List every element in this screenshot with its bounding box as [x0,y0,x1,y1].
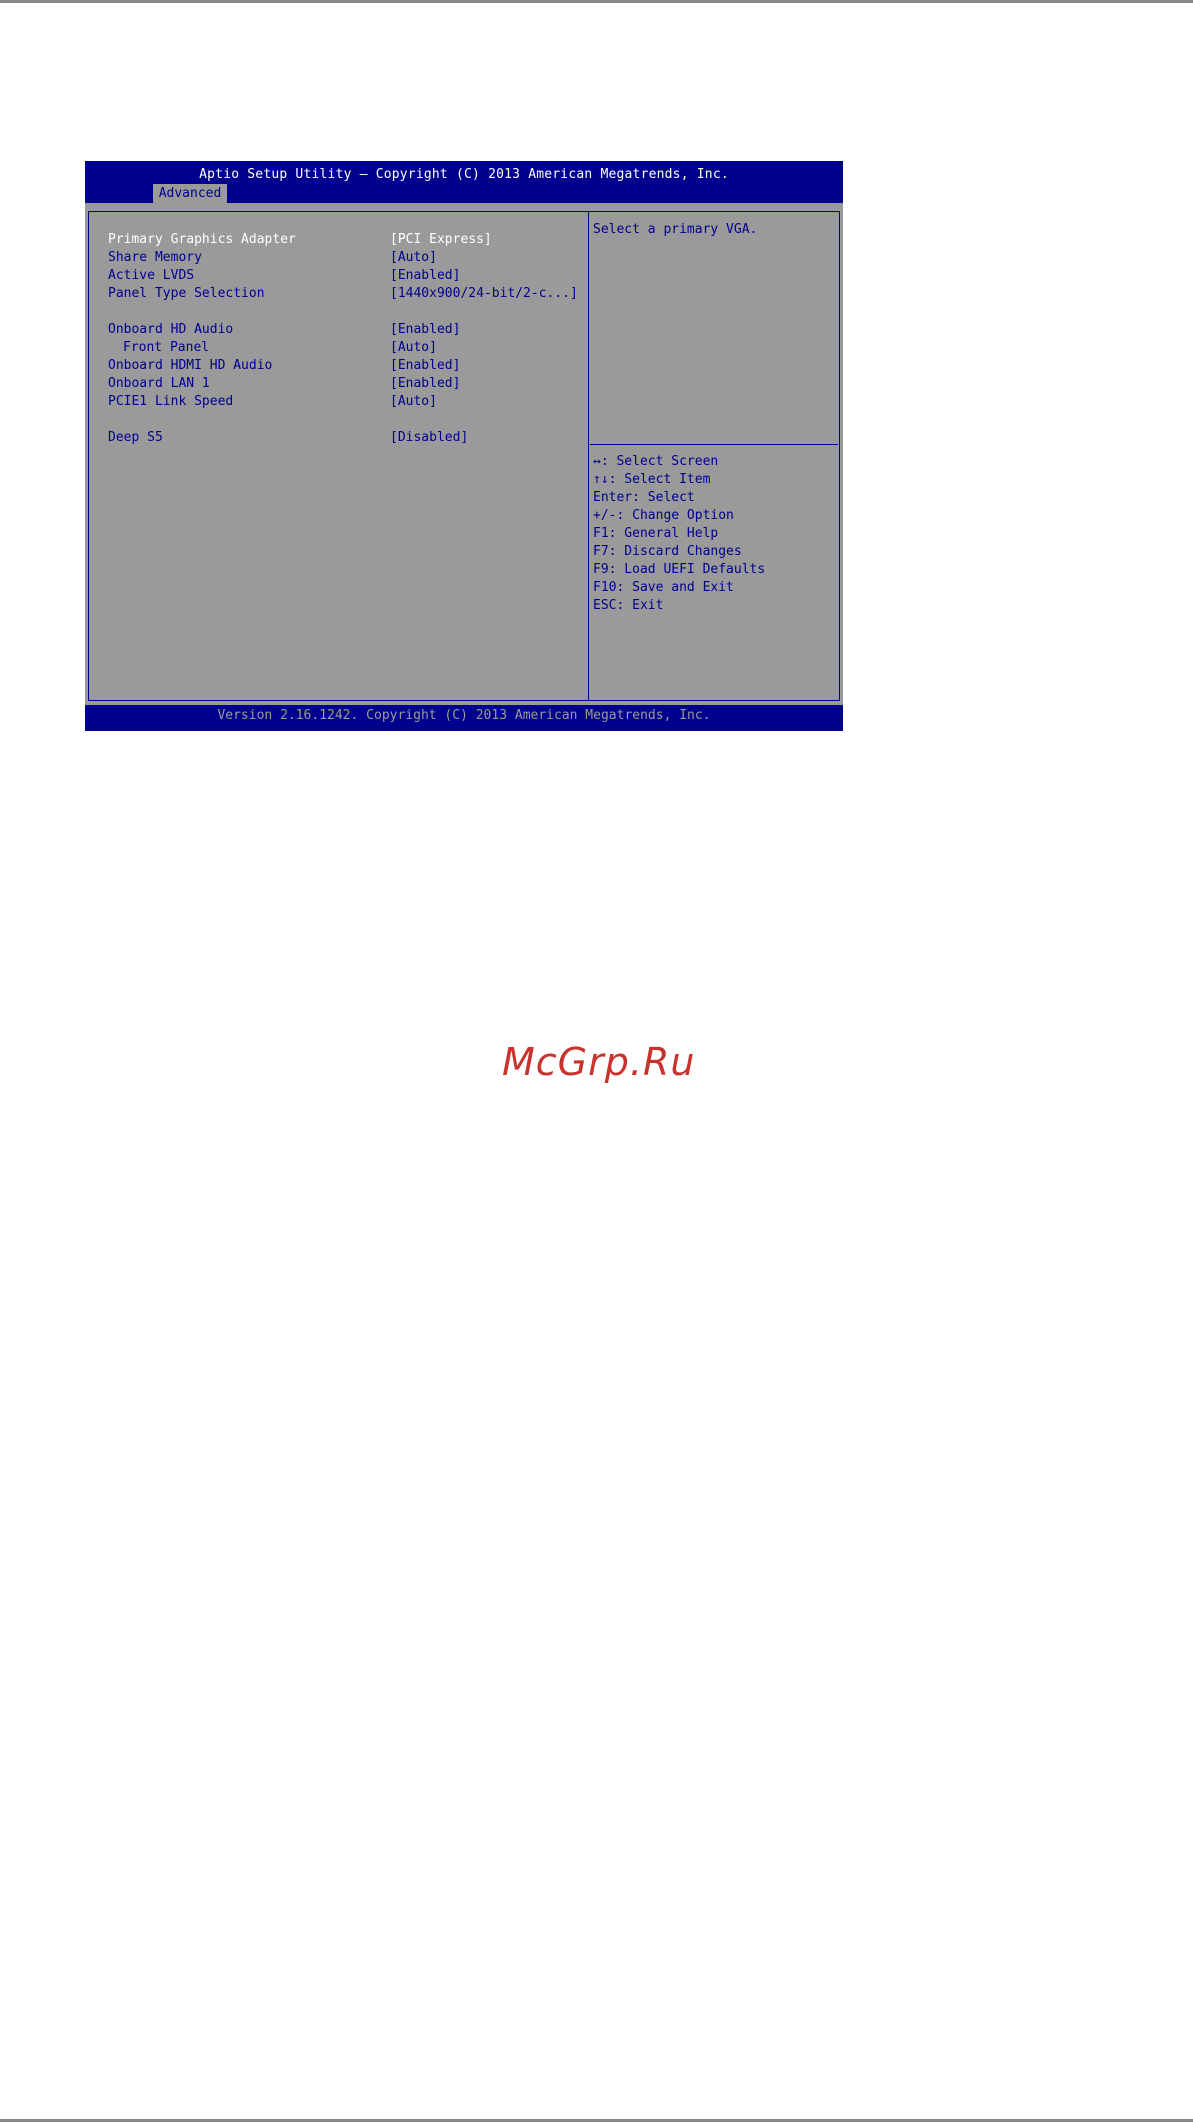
key-help-select-screen: ↔: Select Screen [593,454,719,469]
setting-label: Primary Graphics Adapter [108,232,296,247]
setting-value[interactable]: [Enabled] [390,357,460,375]
setting-value[interactable]: [1440x900/24-bit/2-c...] [390,285,578,303]
tab-advanced[interactable]: Advanced [153,184,227,203]
bios-title: Aptio Setup Utility – Copyright (C) 2013… [199,167,729,182]
key-help-enter: Enter: Select [593,490,695,505]
setting-value[interactable]: [Enabled] [390,267,460,285]
setting-deep-s5[interactable]: Deep S5 [Disabled] [108,429,578,447]
setting-primary-graphics-adapter[interactable]: Primary Graphics Adapter [PCI Express] [108,231,578,249]
setting-pcie1-link-speed[interactable]: PCIE1 Link Speed [Auto] [108,393,578,411]
setting-onboard-hdmi-hd-audio[interactable]: Onboard HDMI HD Audio [Enabled] [108,357,578,375]
watermark-logo: McGrp.Ru [502,1040,696,1084]
setting-share-memory[interactable]: Share Memory [Auto] [108,249,578,267]
page-top-rule [0,0,1193,3]
setting-panel-type-selection[interactable]: Panel Type Selection [1440x900/24-bit/2-… [108,285,578,303]
setting-value[interactable]: [Disabled] [390,429,468,447]
setting-label: PCIE1 Link Speed [108,394,234,409]
setting-value[interactable]: [Auto] [390,249,437,267]
setting-value[interactable]: [Auto] [390,339,437,357]
bios-footer: Version 2.16.1242. Copyright (C) 2013 Am… [217,708,711,723]
setting-label: Onboard HDMI HD Audio [108,358,273,373]
setting-front-panel[interactable]: Front Panel [Auto] [108,339,578,357]
setting-active-lvds[interactable]: Active LVDS [Enabled] [108,267,578,285]
key-help-exit: ESC: Exit [593,598,664,613]
setting-label: Onboard HD Audio [108,322,234,337]
setting-label: Deep S5 [108,430,163,445]
key-help-select-item: ↑↓: Select Item [593,472,711,487]
setting-label: Panel Type Selection [108,286,265,301]
setting-value[interactable]: [Enabled] [390,375,460,393]
setting-value[interactable]: [PCI Express] [390,231,492,249]
bios-main-panel: Primary Graphics Adapter [PCI Express] S… [85,203,843,705]
setting-value[interactable]: [Auto] [390,393,437,411]
key-help-general-help: F1: General Help [593,526,719,541]
bios-setup-screen: Aptio Setup Utility – Copyright (C) 2013… [85,161,843,731]
page-bottom-rule [0,2119,1193,2122]
help-divider [590,444,838,445]
setting-label: Front Panel [123,340,210,355]
setting-label: Active LVDS [108,268,195,283]
setting-label: Onboard LAN 1 [108,376,210,391]
panel-divider [588,211,589,701]
help-description: Select a primary VGA. [593,222,758,237]
key-help-change-option: +/-: Change Option [593,508,734,523]
setting-value[interactable]: [Enabled] [390,321,460,339]
key-help-save-exit: F10: Save and Exit [593,580,734,595]
setting-label: Share Memory [108,250,202,265]
setting-onboard-hd-audio[interactable]: Onboard HD Audio [Enabled] [108,321,578,339]
key-help-discard-changes: F7: Discard Changes [593,544,742,559]
setting-onboard-lan-1[interactable]: Onboard LAN 1 [Enabled] [108,375,578,393]
key-help-load-defaults: F9: Load UEFI Defaults [593,562,766,577]
